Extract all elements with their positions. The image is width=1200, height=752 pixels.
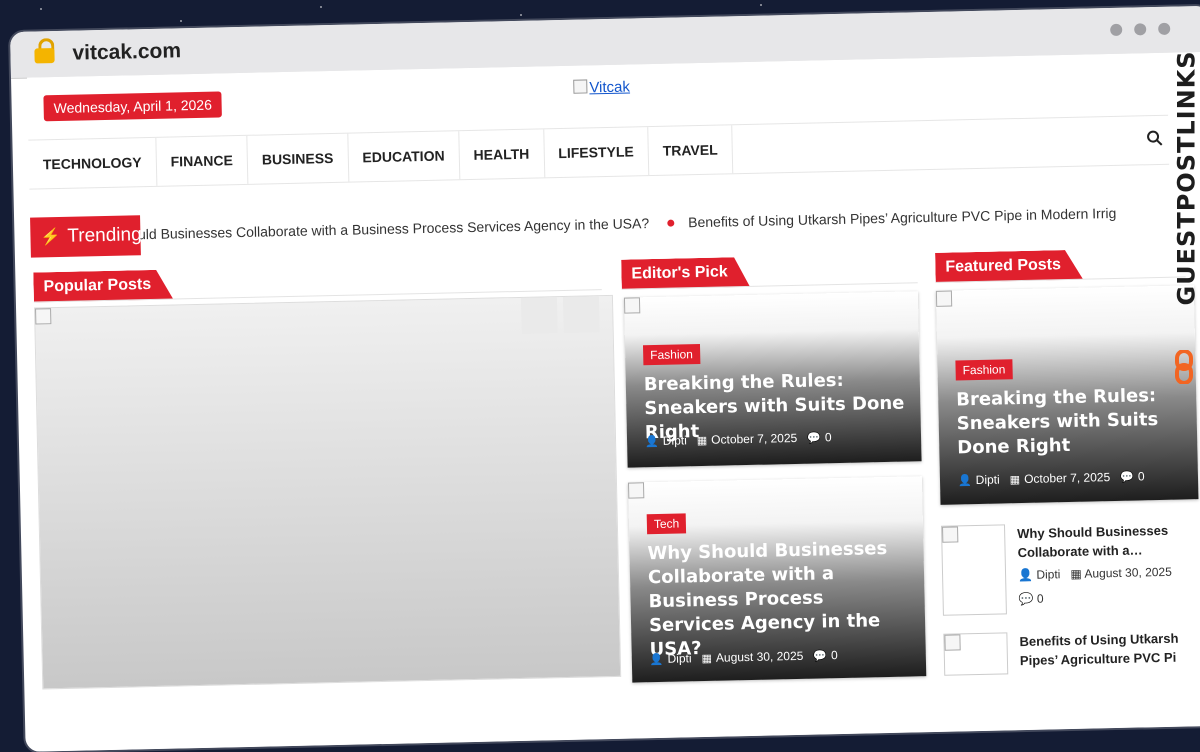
post-author[interactable]: Dipti [663, 433, 687, 448]
post-thumbnail[interactable] [940, 524, 1007, 616]
broken-image-icon [944, 634, 961, 651]
date-badge: Wednesday, April 1, 2026 [43, 91, 223, 122]
comment-count[interactable]: 0 [831, 648, 838, 662]
trending-bar: ⚡ Trending hould Businesses Collaborate w… [30, 192, 1191, 258]
user-icon: 👤 [1017, 567, 1034, 583]
window-dot-icon[interactable] [1158, 22, 1171, 35]
post-title[interactable]: Breaking the Rules: Sneakers with Suits … [956, 384, 1178, 461]
post-date[interactable]: August 30, 2025 [716, 649, 804, 665]
calendar-icon: ▦ [696, 434, 708, 447]
browser-window: vitcak.com Wednesday, April 1, 2026 Vitc… [10, 5, 1200, 752]
broken-image-icon [627, 482, 645, 499]
chain-link-icon [1175, 350, 1193, 384]
bolt-icon: ⚡ [40, 228, 61, 247]
post-meta: 👤 Dipti ▦ August 30, 2025 [1018, 565, 1172, 582]
post-date[interactable]: August 30, 2025 [1084, 565, 1172, 581]
window-dot-icon[interactable] [1134, 23, 1147, 36]
post-meta: 👤 Dipti ▦ October 7, 2025 💬 0 [958, 469, 1145, 487]
post-date[interactable]: October 7, 2025 [1024, 470, 1110, 486]
site-logo[interactable]: Vitcak [573, 78, 630, 96]
nav-item-health[interactable]: HEALTH [459, 129, 545, 180]
trending-item[interactable]: hould Businesses Collaborate with a Busi… [140, 215, 649, 242]
post-date[interactable]: October 7, 2025 [711, 431, 797, 447]
main-nav: TECHNOLOGY FINANCE BUSINESS EDUCATION HE… [28, 114, 1170, 190]
post-title[interactable]: Why Should Businesses Collaborate with a… [1017, 520, 1198, 562]
comment-icon: 💬 [1018, 591, 1034, 607]
comment-icon: 💬 [807, 431, 822, 445]
broken-image-icon [573, 79, 588, 94]
broken-image-icon [623, 297, 641, 314]
user-icon: 👤 [644, 435, 659, 448]
nav-item-technology[interactable]: TECHNOLOGY [28, 137, 158, 189]
trending-label: ⚡ Trending [30, 215, 142, 258]
trending-item[interactable]: Benefits of Using Utkarsh Pipes’ Agricul… [688, 205, 1116, 230]
post-meta: 👤 Dipti ▦ August 30, 2025 💬 0 [650, 648, 838, 666]
trending-label-text: Trending [67, 224, 142, 247]
calendar-icon: ▦ [701, 652, 713, 665]
window-controls [1110, 22, 1171, 36]
user-icon: 👤 [957, 474, 972, 487]
category-badge[interactable]: Fashion [955, 359, 1013, 381]
comment-icon: 💬 [813, 649, 828, 663]
calendar-icon: ▦ [1070, 566, 1082, 581]
slider-next-button[interactable] [562, 296, 600, 333]
broken-image-icon [942, 526, 959, 543]
section-title-popular: Popular Posts [33, 270, 173, 303]
post-author[interactable]: Dipti [1036, 567, 1060, 582]
slider-prev-button[interactable] [520, 297, 558, 334]
post-author[interactable]: Dipti [976, 473, 1000, 488]
category-badge[interactable]: Tech [646, 513, 687, 535]
post-author[interactable]: Dipti [667, 651, 691, 666]
brand-text: GUESTPOSTLINKS [1172, 50, 1200, 306]
editors-pick-card[interactable]: Fashion Breaking the Rules: Sneakers wit… [623, 291, 922, 468]
broken-image-icon [935, 290, 953, 307]
nav-item-travel[interactable]: TRAVEL [648, 125, 734, 176]
list-item[interactable]: Benefits of Using Utkarsh Pipes’ Agricul… [943, 628, 1200, 676]
section-title-featured: Featured Posts [935, 250, 1083, 283]
comment-count[interactable]: 0 [825, 430, 832, 444]
user-icon: 👤 [649, 653, 664, 666]
comment-count[interactable]: 0 [1037, 592, 1044, 606]
guestpostlinks-watermark: GUESTPOSTLINKS [1160, 48, 1200, 384]
post-meta: 👤 Dipti ▦ October 7, 2025 💬 0 [645, 430, 832, 448]
post-title[interactable]: Benefits of Using Utkarsh Pipes’ Agricul… [1019, 628, 1200, 670]
comment-count[interactable]: 0 [1138, 469, 1145, 483]
nav-item-business[interactable]: BUSINESS [247, 133, 349, 184]
list-item[interactable]: Why Should Businesses Collaborate with a… [940, 520, 1200, 616]
popular-post-card[interactable] [34, 294, 622, 690]
editors-pick-card[interactable]: Tech Why Should Businesses Collaborate w… [627, 476, 927, 683]
logo-alt-text: Vitcak [589, 78, 631, 97]
broken-image-icon [35, 308, 52, 325]
address-bar[interactable]: vitcak.com [72, 39, 181, 65]
trending-ticker: hould Businesses Collaborate with a Busi… [140, 192, 1191, 255]
nav-item-lifestyle[interactable]: LIFESTYLE [543, 127, 650, 178]
window-dot-icon[interactable] [1110, 23, 1123, 36]
nav-item-finance[interactable]: FINANCE [156, 135, 249, 186]
comment-icon: 💬 [1120, 471, 1134, 484]
post-comments: 💬 0 [1018, 592, 1043, 607]
web-page: Wednesday, April 1, 2026 Vitcak TECHNOLO… [26, 51, 1200, 752]
nav-item-education[interactable]: EDUCATION [347, 131, 461, 182]
bullet-icon [667, 219, 675, 227]
section-title-editors-pick: Editor's Pick [621, 257, 750, 290]
category-badge[interactable]: Fashion [642, 344, 701, 366]
post-title[interactable]: Why Should Businesses Collaborate with a… [647, 537, 912, 663]
post-thumbnail[interactable] [943, 632, 1009, 676]
calendar-icon: ▦ [1009, 473, 1021, 486]
lock-icon [34, 38, 55, 64]
